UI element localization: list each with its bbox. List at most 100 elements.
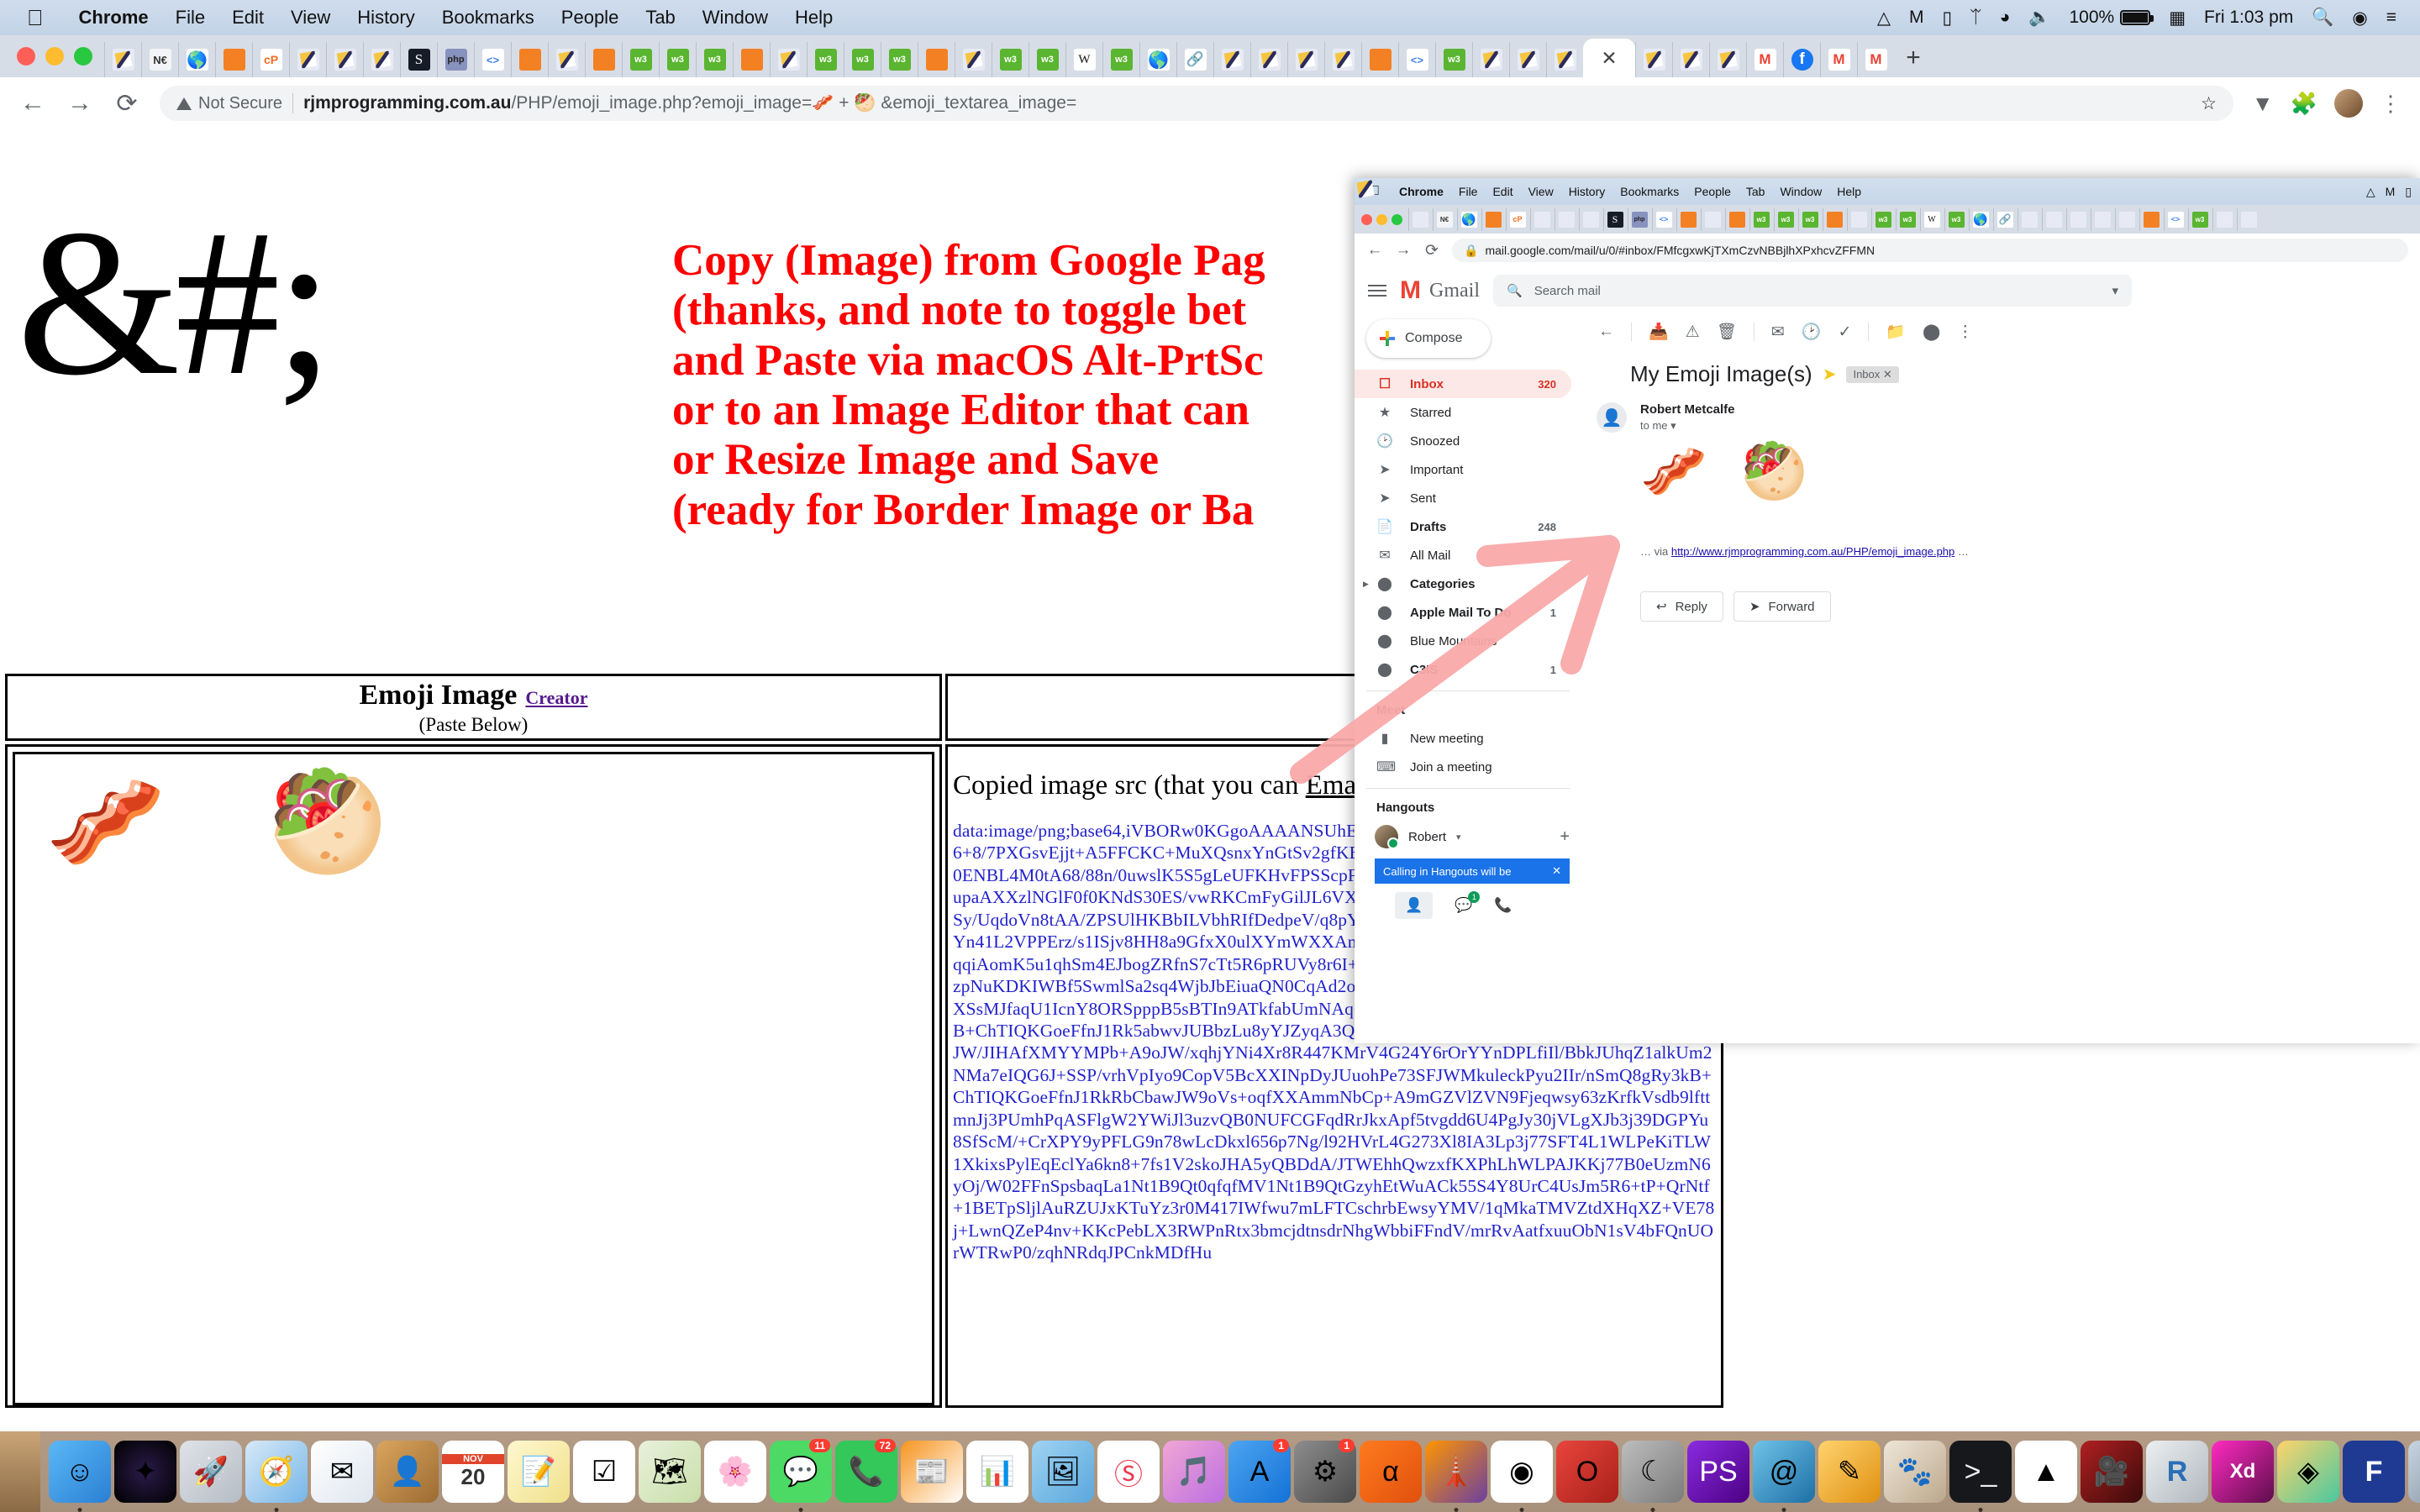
menu-chrome[interactable]: Chrome [1392, 185, 1451, 198]
tab-item[interactable] [2018, 207, 2040, 231]
chevron-down-icon[interactable]: ▾ [1670, 419, 1676, 432]
tab-item[interactable] [2091, 207, 2113, 231]
tab-item[interactable]: w3 [2188, 207, 2211, 231]
labels-icon[interactable]: ⬤ [1923, 323, 1940, 342]
menu-view[interactable]: View [1521, 185, 1561, 198]
tab-item[interactable]: 🌎 [1457, 207, 1480, 231]
tab-item[interactable]: w3 [844, 42, 881, 77]
dock-sketch-icon[interactable]: ◈ [2277, 1441, 2339, 1503]
dock-inkscape-icon[interactable]: ▲ [2015, 1441, 2077, 1503]
tab-item[interactable] [1213, 42, 1250, 77]
dock-facetime-icon[interactable]: 📞 72 [835, 1439, 897, 1503]
source-link[interactable]: http://www.rjmprogramming.com.au/PHP/emo… [1671, 545, 1954, 558]
dropbox-icon[interactable]: △ [1877, 8, 1891, 29]
dock-photos-icon[interactable]: 🌸 [704, 1441, 766, 1503]
dock-sketchbook-icon[interactable]: ✎ [1818, 1441, 1881, 1503]
window-maximize-button[interactable] [74, 47, 92, 66]
move-to-icon[interactable]: 📁 [1886, 322, 1906, 342]
report-spam-icon[interactable]: ⚠ [1686, 323, 1700, 342]
tab-item[interactable]: M [1820, 42, 1857, 77]
tab-item[interactable]: W [1920, 207, 1943, 231]
hangouts-conversations-icon[interactable]: 💬 1 [1455, 891, 1481, 914]
tab-item[interactable]: w3 [696, 42, 733, 77]
tab-item[interactable] [1408, 207, 1431, 231]
tab-item[interactable] [511, 42, 548, 77]
menu-edit[interactable]: Edit [218, 7, 277, 29]
tab-item[interactable] [289, 42, 326, 77]
sidebar-item-join-meeting[interactable]: ⌨ Join a meeting [1355, 753, 1571, 781]
compose-button[interactable]: Compose [1366, 319, 1491, 358]
profile-avatar[interactable] [2334, 89, 2363, 118]
add-to-tasks-icon[interactable]: ✓ [1838, 323, 1851, 342]
close-icon[interactable]: ✕ [1883, 368, 1892, 381]
tab-item[interactable] [548, 42, 585, 77]
spotlight-search-icon[interactable]: 🔍 [2312, 8, 2333, 28]
extension-v-icon[interactable]: ▼ [2252, 91, 2274, 117]
tab-item[interactable] [955, 42, 992, 77]
tab-item[interactable]: w3 [1896, 207, 1918, 231]
menu-edit[interactable]: Edit [1485, 185, 1520, 198]
dock-mail-icon[interactable]: ✉ [311, 1441, 373, 1503]
tab-item[interactable]: <> [474, 42, 511, 77]
security-status[interactable]: Not Secure [176, 94, 282, 113]
sidebar-item-drafts[interactable]: 📄 Drafts 248 [1355, 512, 1571, 541]
tab-item[interactable]: N€ [141, 42, 178, 77]
tab-item[interactable] [326, 42, 363, 77]
dock-flash-icon[interactable]: F [2343, 1441, 2405, 1503]
chevron-down-icon[interactable]: ▾ [1456, 832, 1461, 843]
tab-item[interactable]: cP [1506, 207, 1528, 231]
window-maximize-button[interactable] [1392, 213, 1402, 225]
tab-item[interactable] [1250, 42, 1287, 77]
tab-item[interactable]: W [1065, 42, 1102, 77]
tab-item[interactable] [1546, 42, 1583, 77]
dock-video-icon[interactable]: 🎥 [2081, 1441, 2143, 1503]
dock-netnewswire-icon[interactable]: Ⓢ [1097, 1441, 1160, 1503]
clock-text[interactable]: Fri 1:03 pm [2204, 8, 2293, 28]
tab-item[interactable]: w3 [1028, 42, 1065, 77]
tab-item[interactable]: 🌎 [178, 42, 215, 77]
tab-item[interactable]: w3 [659, 42, 696, 77]
tab-item[interactable]: 🔗 [1176, 42, 1213, 77]
dock-launchpad-icon[interactable]: 🚀 [180, 1441, 242, 1503]
battery-status[interactable]: 100% [2069, 8, 2154, 28]
tab-item[interactable] [2237, 207, 2260, 231]
tab-item[interactable] [1481, 207, 1504, 231]
tab-item[interactable] [1847, 207, 1870, 231]
chrome-window-gmail[interactable]:  Chrome File Edit View History Bookmark… [1355, 178, 2420, 1043]
dock-dreamweaver-icon[interactable]: @ [1753, 1441, 1815, 1512]
volume-icon[interactable]: 🔈 [2028, 8, 2050, 28]
tab-item[interactable] [215, 42, 252, 77]
reload-icon[interactable]: ⟳ [113, 89, 141, 118]
hangouts-contacts-icon[interactable]: 👤 [1395, 892, 1434, 919]
tab-item[interactable] [1672, 42, 1709, 77]
sidebar-item-blue-mountains[interactable]: ⬤ Blue Mountains [1355, 627, 1571, 655]
dock-news-icon[interactable]: 📰 [901, 1441, 963, 1503]
tab-item[interactable] [363, 42, 400, 77]
tab-item[interactable]: N€ [1433, 207, 1455, 231]
tab-item[interactable]: w3 [992, 42, 1028, 77]
paste-area-inner[interactable]: 🥓 🥙 [13, 752, 934, 1405]
tab-item[interactable]: <> [1398, 42, 1435, 77]
sidebar-item-apple-mail-to-do[interactable]: ⬤ Apple Mail To Do 1 [1355, 598, 1571, 627]
close-icon[interactable]: ✕ [1601, 47, 1617, 70]
tab-item[interactable]: 🌎 [1139, 42, 1176, 77]
tab-item[interactable] [1709, 42, 1746, 77]
forward-icon[interactable]: → [1395, 241, 1412, 260]
search-input[interactable]: Search mail [1534, 284, 2101, 298]
dock-maps-icon[interactable]: 🗺 [639, 1441, 701, 1503]
tab-item[interactable] [733, 42, 770, 77]
tab-item[interactable]: w3 [881, 42, 918, 77]
window-close-button[interactable] [1361, 213, 1372, 225]
control-center-icon[interactable]: ≡ [2386, 8, 2396, 28]
menu-people[interactable]: People [548, 7, 633, 29]
dock-appstore-icon[interactable]: A1 [1228, 1439, 1291, 1503]
archive-icon[interactable]: 📥 [1649, 322, 1669, 342]
dock-firefox-icon[interactable]: 🗼 [1425, 1441, 1487, 1512]
chrome-menu-icon[interactable]: ⋮ [2380, 91, 2402, 117]
tab-item[interactable] [2212, 207, 2235, 231]
tab-item[interactable] [1555, 207, 1577, 231]
tab-item[interactable]: w3 [1871, 207, 1894, 231]
new-tab-button[interactable]: + [1894, 39, 1933, 77]
mark-unread-icon[interactable]: ✉ [1771, 323, 1785, 342]
forward-button[interactable]: ➤ Forward [1733, 591, 1831, 622]
